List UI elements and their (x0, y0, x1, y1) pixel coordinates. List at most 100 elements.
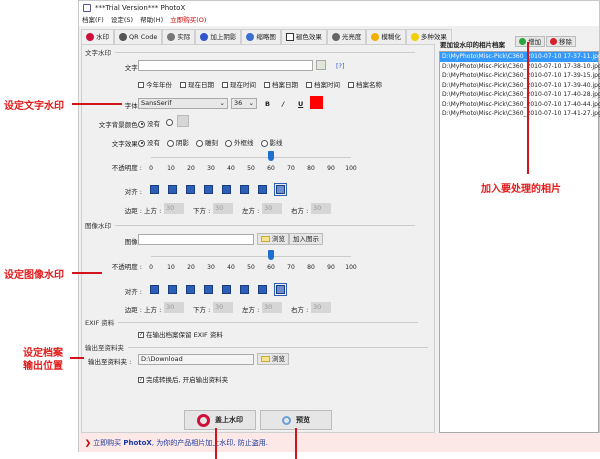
add-files-button[interactable]: 增加 (515, 36, 545, 47)
align-button[interactable] (240, 185, 249, 194)
keep-exif-checkbox[interactable]: ✓ 在输出档案保留 EXIF 资料 (138, 329, 223, 339)
insert-checkbox[interactable]: 现在时间 (222, 79, 256, 89)
effect-radio[interactable]: 雕刻 (196, 137, 218, 147)
align-button[interactable] (204, 285, 213, 294)
font-select[interactable]: SansSerif ⌄ (138, 98, 228, 109)
slider-track[interactable] (151, 256, 351, 257)
magnifier-icon (282, 415, 291, 425)
text-opacity-slider[interactable]: 0 10 20 30 40 50 60 70 80 90 100 (144, 151, 364, 177)
align-button[interactable] (274, 183, 287, 196)
align-button[interactable] (150, 185, 159, 194)
text-margin-label: 边距 : (124, 207, 142, 215)
file-list-item[interactable]: D:\MyPhoto\Misc-Pick\C360_2010-07-10 17-… (440, 62, 600, 72)
align-button[interactable] (258, 185, 267, 194)
insert-checkbox[interactable]: 档案时间 (306, 79, 340, 89)
add-icon-button[interactable]: 加入图示 (289, 233, 323, 245)
tick-label: 40 (227, 264, 235, 271)
bg-none-radio[interactable]: 没有 (138, 118, 160, 128)
slider-thumb[interactable] (268, 151, 274, 161)
align-button[interactable] (186, 185, 195, 194)
preview-button[interactable]: 预览 (260, 410, 332, 430)
folder-icon (261, 236, 270, 242)
menu-help[interactable]: 帮助(H) (140, 16, 163, 24)
align-button[interactable] (204, 185, 213, 194)
slider-track[interactable] (151, 157, 351, 158)
margin-input[interactable]: 30 (164, 302, 184, 313)
effect-radio[interactable]: 阴影 (167, 137, 189, 147)
promo-bar[interactable]: ❯ 立即购买 PhotoX, 为你的产品相片加上水印, 防止盗用. (79, 433, 600, 452)
tick-label: 30 (207, 165, 215, 172)
text-input[interactable] (138, 60, 313, 71)
size-select[interactable]: 36 ⌄ (231, 98, 257, 109)
tab-fade[interactable]: 褪色效果 (280, 29, 327, 44)
margin-input[interactable]: 30 (213, 302, 233, 313)
margin-input[interactable]: 30 (311, 302, 331, 313)
open-output-checkbox[interactable]: ✓ 完成转换后, 开启输出资料夹 (138, 374, 228, 384)
insert-checkbox[interactable]: 档案日期 (264, 79, 298, 89)
margin-input[interactable]: 30 (262, 203, 282, 214)
file-list-item[interactable]: D:\MyPhoto\Misc-Pick\C360_2010-07-10 17-… (440, 90, 600, 100)
align-button[interactable] (222, 285, 231, 294)
tab-watermark[interactable]: 水印 (81, 29, 114, 44)
align-button[interactable] (274, 283, 287, 296)
tab-label: 水印 (96, 32, 109, 41)
align-button[interactable] (240, 285, 249, 294)
effect-radio[interactable]: 影线 (260, 137, 283, 147)
image-opacity-slider[interactable]: 0 10 20 30 40 50 60 70 80 90 100 (144, 250, 364, 276)
file-list-item[interactable]: D:\MyPhoto\Misc-Pick\C360_2010-07-10 17-… (440, 52, 600, 62)
effect-radio[interactable]: 没有 (138, 137, 160, 147)
align-button[interactable] (150, 285, 159, 294)
insert-icon[interactable] (316, 60, 326, 70)
bg-color-swatch[interactable] (177, 115, 189, 127)
effect-radio[interactable]: 外框线 (225, 137, 254, 147)
menu-settings[interactable]: 设定(S) (111, 16, 133, 24)
tab-blur[interactable]: 模糊化 (366, 29, 406, 44)
tab-brightness[interactable]: 光亮度 (326, 29, 367, 44)
bold-button[interactable]: B (265, 100, 270, 108)
margin-label: 左方 : (242, 306, 260, 314)
output-browse-button[interactable]: 浏览 (257, 353, 289, 365)
tab-clock[interactable]: 实际 (162, 29, 196, 44)
tab-label: QR Code (129, 32, 158, 41)
insert-checkbox[interactable]: 现在日期 (180, 79, 214, 89)
margin-label: 下方 : (193, 207, 211, 215)
align-button[interactable] (168, 185, 177, 194)
align-button[interactable] (186, 285, 195, 294)
tab-shadow[interactable]: 加上阴影 (195, 29, 242, 44)
apply-watermark-button[interactable]: 盖上水印 (184, 410, 256, 430)
italic-button[interactable]: / (282, 100, 284, 108)
align-button[interactable] (258, 285, 267, 294)
file-list-item[interactable]: D:\MyPhoto\Misc-Pick\C360_2010-07-10 17-… (440, 100, 600, 110)
margin-input[interactable]: 30 (164, 203, 184, 214)
file-list-item[interactable]: D:\MyPhoto\Misc-Pick\C360_2010-07-10 17-… (440, 109, 600, 119)
image-browse-button[interactable]: 浏览 (257, 233, 289, 245)
file-list[interactable]: D:\MyPhoto\Misc-Pick\C360_2010-07-10 17-… (439, 51, 600, 433)
align-button[interactable] (222, 185, 231, 194)
tab-thumbnail[interactable]: 缩略图 (241, 29, 281, 44)
menu-buy[interactable]: 立即购买(O) (170, 16, 206, 24)
section-image-watermark: 图像水印 (85, 222, 415, 230)
slider-thumb[interactable] (268, 250, 274, 260)
file-list-item[interactable]: D:\MyPhoto\Misc-Pick\C360_2010-07-10 17-… (440, 71, 600, 81)
menu-file[interactable]: 档案(F) (82, 16, 104, 24)
help-link[interactable]: [?] (336, 62, 345, 70)
text-align-buttons (150, 183, 310, 196)
align-button[interactable] (168, 285, 177, 294)
color-swatch[interactable] (310, 96, 323, 109)
tick-label: 10 (167, 165, 175, 172)
margin-input[interactable]: 30 (262, 302, 282, 313)
insert-checkbox[interactable]: 今年年份 (138, 79, 172, 89)
image-input[interactable] (138, 234, 254, 245)
margin-input[interactable]: 30 (311, 203, 331, 214)
margin-input[interactable]: 30 (213, 203, 233, 214)
file-list-item[interactable]: D:\MyPhoto\Misc-Pick\C360_2010-07-10 17-… (440, 81, 600, 91)
output-folder-input[interactable]: D:\Download (138, 354, 254, 365)
tick-label: 90 (327, 165, 335, 172)
section-exif: EXIF 资料 (85, 319, 422, 327)
annotation-image-watermark: 设定图像水印 (4, 270, 64, 281)
tab-qr[interactable]: QR Code (114, 29, 163, 44)
underline-button[interactable]: U (298, 100, 303, 108)
insert-checkbox[interactable]: 档案名称 (348, 79, 382, 89)
bg-color-radio[interactable] (166, 118, 175, 126)
remove-files-button[interactable]: 移除 (546, 36, 576, 47)
